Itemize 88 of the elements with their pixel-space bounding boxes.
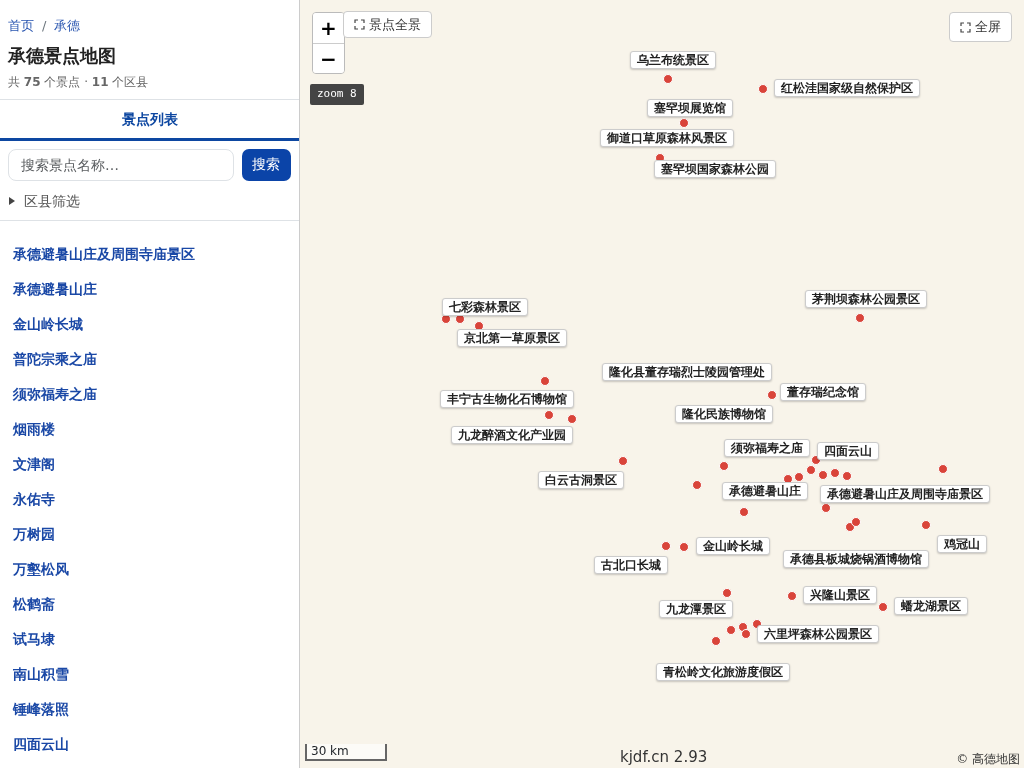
- summary-text: 共 75 个景点 · 11 个区县: [8, 73, 150, 91]
- marker-label: 鸡冠山: [937, 535, 987, 553]
- zoom-level-badge: zoom 8: [310, 84, 364, 105]
- map-marker[interactable]: [818, 470, 828, 480]
- map-marker[interactable]: [679, 118, 689, 128]
- marker-label: 七彩森林景区: [442, 298, 528, 316]
- marker-label: 古北口长城: [594, 556, 668, 574]
- map-marker[interactable]: [544, 410, 554, 420]
- map-marker[interactable]: [938, 464, 948, 474]
- map-marker[interactable]: [618, 456, 628, 466]
- map-marker[interactable]: [661, 541, 671, 551]
- breadcrumb-separator: /: [42, 17, 47, 35]
- spot-link[interactable]: 松鹤斋: [0, 586, 299, 622]
- map-marker[interactable]: [663, 74, 673, 84]
- breadcrumb-link[interactable]: 首页: [8, 16, 34, 36]
- fullscreen-button[interactable]: 全屏: [949, 12, 1012, 42]
- spot-link[interactable]: 文津阁: [0, 446, 299, 482]
- marker-label: 承德避暑山庄及周围寺庙景区: [820, 485, 990, 503]
- search-button[interactable]: 搜索: [241, 148, 291, 181]
- marker-label: 隆化民族博物馆: [675, 405, 773, 423]
- spot-link[interactable]: 须弥福寿之庙: [0, 376, 299, 412]
- marker-label: 蟠龙湖景区: [894, 597, 968, 615]
- map-marker[interactable]: [679, 542, 689, 552]
- overview-button[interactable]: 景点全景: [343, 11, 432, 38]
- spot-link[interactable]: 承德避暑山庄及周围寺庙景区: [0, 236, 299, 272]
- version-text: kjdf.cn 2.93: [620, 747, 708, 768]
- map-marker[interactable]: [830, 468, 840, 478]
- spot-link[interactable]: 金山岭长城: [0, 306, 299, 342]
- spot-link[interactable]: 四面云山: [0, 726, 299, 762]
- marker-label: 红松洼国家级自然保护区: [774, 79, 920, 97]
- marker-label: 董存瑞纪念馆: [780, 383, 866, 401]
- map-marker[interactable]: [767, 390, 777, 400]
- marker-label: 四面云山: [817, 442, 879, 460]
- map-marker[interactable]: [692, 480, 702, 490]
- spot-link[interactable]: 普陀宗乘之庙: [0, 341, 299, 377]
- expand-icon: [354, 19, 365, 30]
- breadcrumb-link[interactable]: 承德: [54, 16, 81, 36]
- spot-link[interactable]: 万树园: [0, 516, 299, 552]
- marker-label: 白云古洞景区: [538, 471, 624, 489]
- marker-label: 青松岭文化旅游度假区: [656, 663, 790, 681]
- marker-label: 九龙潭景区: [659, 600, 733, 618]
- map-marker[interactable]: [722, 588, 732, 598]
- filter-toggle[interactable]: 区县筛选: [0, 182, 299, 221]
- map-marker[interactable]: [540, 376, 550, 386]
- map-marker[interactable]: [719, 461, 729, 471]
- zoom-in-button[interactable]: +: [313, 13, 344, 43]
- marker-label: 承德县板城烧锅酒博物馆: [783, 550, 929, 568]
- map-marker[interactable]: [741, 629, 751, 639]
- spot-link[interactable]: 万壑松风: [0, 551, 299, 587]
- marker-label: 兴隆山景区: [803, 586, 877, 604]
- map-marker[interactable]: [851, 517, 861, 527]
- search-field[interactable]: 搜索景点名称…: [8, 148, 234, 181]
- spot-link[interactable]: 承德避暑山庄: [0, 271, 299, 307]
- map-marker[interactable]: [855, 313, 865, 323]
- spot-link[interactable]: 锤峰落照: [0, 691, 299, 727]
- map-marker[interactable]: [758, 84, 768, 94]
- marker-label: 丰宁古生物化石博物馆: [440, 390, 574, 408]
- marker-label: 金山岭长城: [696, 537, 770, 555]
- marker-label: 乌兰布统景区: [630, 51, 716, 69]
- map-marker[interactable]: [806, 465, 816, 475]
- marker-label: 隆化县董存瑞烈士陵园管理处: [602, 363, 772, 381]
- scale-bar: 30 km: [305, 744, 387, 761]
- tab[interactable]: 景点列表: [0, 99, 299, 141]
- map-marker[interactable]: [739, 507, 749, 517]
- expand-icon: [960, 21, 971, 33]
- map-marker[interactable]: [921, 520, 931, 530]
- map-marker[interactable]: [878, 602, 888, 612]
- marker-label: 塞罕坝展览馆: [647, 99, 733, 117]
- map-marker[interactable]: [787, 591, 797, 601]
- zoom-out-button[interactable]: −: [313, 43, 344, 73]
- marker-label: 京北第一草原景区: [457, 329, 567, 347]
- marker-label: 御道口草原森林风景区: [600, 129, 734, 147]
- spot-link[interactable]: 试马埭: [0, 621, 299, 657]
- marker-label: 塞罕坝国家森林公园: [654, 160, 776, 178]
- spot-link[interactable]: 南山积雪: [0, 656, 299, 692]
- spot-link[interactable]: 永佑寺: [0, 481, 299, 517]
- marker-label: 六里坪森林公园景区: [757, 625, 879, 643]
- map-attribution: © 高德地图: [956, 751, 1020, 768]
- map-marker[interactable]: [567, 414, 577, 424]
- map-marker[interactable]: [711, 636, 721, 646]
- spot-link[interactable]: 烟雨楼: [0, 411, 299, 447]
- map-marker[interactable]: [842, 471, 852, 481]
- marker-label: 茅荆坝森林公园景区: [805, 290, 927, 308]
- page-title: 承德景点地图: [8, 43, 117, 68]
- marker-label: 须弥福寿之庙: [724, 439, 810, 457]
- marker-label: 承德避暑山庄: [722, 482, 808, 500]
- map-marker[interactable]: [726, 625, 736, 635]
- marker-label: 九龙醉酒文化产业园: [451, 426, 573, 444]
